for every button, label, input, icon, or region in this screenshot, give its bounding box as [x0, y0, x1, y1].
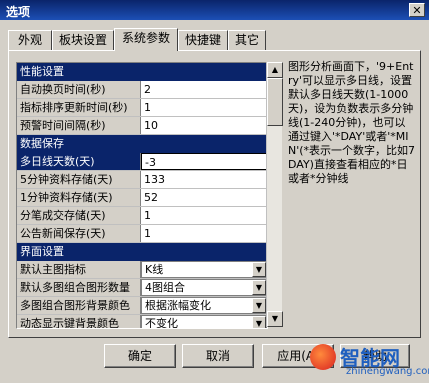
tick-store-field[interactable]: 1: [141, 207, 267, 224]
select-value: 4图组合: [145, 281, 185, 294]
ok-button[interactable]: 确定: [104, 344, 176, 368]
watermark-url: zhinengwang.com: [346, 366, 429, 377]
row-label: 多日线天数(天): [17, 153, 141, 170]
row-multi-day[interactable]: 多日线天数(天) -3: [17, 153, 267, 171]
row-dynamic-bg[interactable]: 动态显示键背景颜色 不变化 ▼: [17, 315, 267, 329]
row-alert-interval[interactable]: 预警时间间隔(秒) 10: [17, 117, 267, 135]
section-performance: 性能设置: [17, 63, 267, 81]
tab-block-settings[interactable]: 板块设置: [52, 30, 114, 50]
tab-system-params[interactable]: 系统参数: [114, 28, 178, 51]
row-tick-store[interactable]: 分笔成交存储(天) 1: [17, 207, 267, 225]
chevron-down-icon[interactable]: ▼: [252, 262, 266, 277]
scroll-up-icon[interactable]: ▲: [267, 62, 283, 78]
row-label: 默认多图组合图形数量: [17, 279, 141, 296]
row-label: 预警时间间隔(秒): [17, 117, 141, 134]
select-value: 不变化: [145, 317, 178, 329]
auto-page-time-field[interactable]: 2: [141, 81, 267, 98]
chevron-down-icon[interactable]: ▼: [252, 280, 266, 295]
row-auto-page-time[interactable]: 自动换页时间(秒) 2: [17, 81, 267, 99]
news-store-field[interactable]: 1: [141, 225, 267, 242]
chevron-down-icon[interactable]: ▼: [252, 316, 266, 328]
close-button[interactable]: ✕: [409, 3, 425, 17]
window-title: 选项: [6, 5, 31, 19]
row-label: 默认主图指标: [17, 261, 141, 278]
scroll-thumb[interactable]: [267, 78, 283, 126]
1min-store-field[interactable]: 52: [141, 189, 267, 206]
row-label: 指标排序更新时间(秒): [17, 99, 141, 116]
multi-day-field[interactable]: -3: [141, 153, 267, 170]
row-label: 分笔成交存储(天): [17, 207, 141, 224]
row-label: 公告新闻保存(天): [17, 225, 141, 242]
row-multi-bg[interactable]: 多图组合图形背景颜色 根据涨幅变化 ▼: [17, 297, 267, 315]
row-label: 动态显示键背景颜色: [17, 315, 141, 328]
select-value: K线: [145, 263, 164, 276]
alert-interval-field[interactable]: 10: [141, 117, 267, 134]
section-label: 性能设置: [17, 63, 267, 80]
row-5min-store[interactable]: 5分钟资料存储(天) 133: [17, 171, 267, 189]
tab-appearance[interactable]: 外观: [8, 30, 52, 50]
row-news-store[interactable]: 公告新闻保存(天) 1: [17, 225, 267, 243]
select-value: 根据涨幅变化: [145, 299, 211, 312]
tab-other[interactable]: 其它: [228, 30, 266, 50]
cancel-button[interactable]: 取消: [182, 344, 254, 368]
5min-store-field[interactable]: 133: [141, 171, 267, 188]
property-grid: 性能设置 自动换页时间(秒) 2 指标排序更新时间(秒) 1 预警时间间隔(秒)…: [16, 62, 268, 329]
help-text: 图形分析画面下，'9+Entry'可以显示多日线，设置默认多日线天数(1-100…: [288, 60, 416, 185]
section-ui: 界面设置: [17, 243, 267, 261]
section-label: 数据保存: [17, 135, 267, 152]
scroll-down-icon[interactable]: ▼: [267, 311, 283, 327]
row-multi-count[interactable]: 默认多图组合图形数量 4图组合 ▼: [17, 279, 267, 297]
row-default-indicator[interactable]: 默认主图指标 K线 ▼: [17, 261, 267, 279]
row-1min-store[interactable]: 1分钟资料存储(天) 52: [17, 189, 267, 207]
tab-hotkeys[interactable]: 快捷键: [178, 30, 228, 50]
section-label: 界面设置: [17, 243, 267, 260]
title-bar: 选项 ✕: [0, 0, 429, 20]
default-indicator-select[interactable]: K线 ▼: [141, 261, 267, 278]
flame-icon: [310, 344, 336, 370]
chevron-down-icon[interactable]: ▼: [252, 298, 266, 313]
section-data-save: 数据保存: [17, 135, 267, 153]
indicator-sort-time-field[interactable]: 1: [141, 99, 267, 116]
row-label: 5分钟资料存储(天): [17, 171, 141, 188]
dynamic-bg-select[interactable]: 不变化 ▼: [141, 315, 267, 329]
row-label: 1分钟资料存储(天): [17, 189, 141, 206]
row-label: 自动换页时间(秒): [17, 81, 141, 98]
vertical-scrollbar[interactable]: ▲ ▼: [266, 62, 283, 327]
multi-count-select[interactable]: 4图组合 ▼: [141, 279, 267, 296]
multi-bg-select[interactable]: 根据涨幅变化 ▼: [141, 297, 267, 314]
row-indicator-sort-time[interactable]: 指标排序更新时间(秒) 1: [17, 99, 267, 117]
watermark-logo: 智能网 zhinengwang.com: [310, 338, 429, 382]
row-label: 多图组合图形背景颜色: [17, 297, 141, 314]
